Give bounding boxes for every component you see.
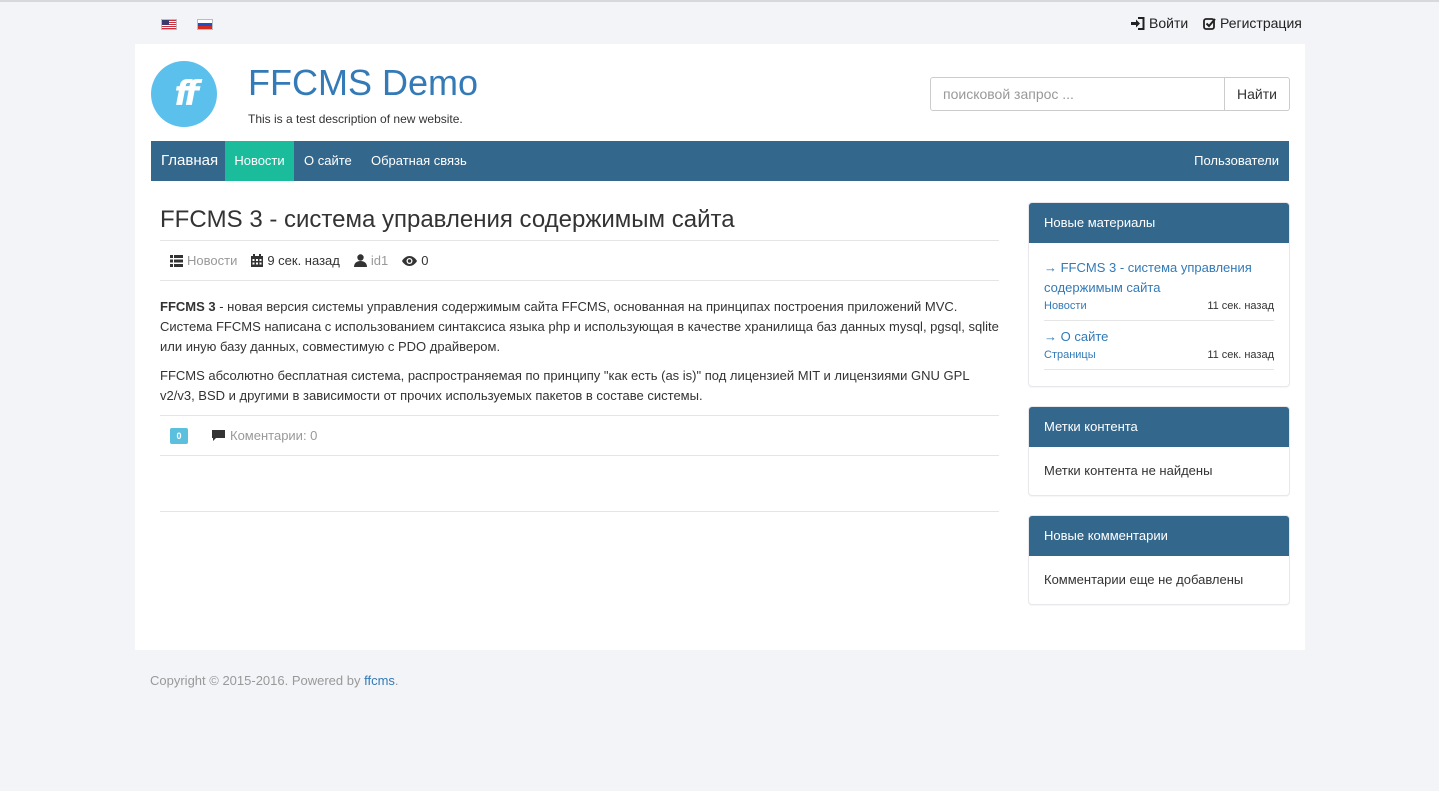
- widget-title: Метки контента: [1029, 407, 1289, 447]
- calendar-icon: [251, 254, 264, 267]
- sidebar: Новые материалы → FFCMS 3 - система упра…: [1028, 202, 1290, 624]
- search-input[interactable]: [930, 77, 1225, 111]
- list-item: → О сайте Страницы 11 сек. назад: [1044, 327, 1274, 370]
- article-date: 9 сек. назад: [267, 253, 340, 268]
- check-square-icon: [1203, 17, 1216, 30]
- site-description: This is a test description of new websit…: [248, 112, 463, 126]
- main-navbar: Главная Новости О сайте Обратная связь П…: [151, 141, 1289, 181]
- nav-users[interactable]: Пользователи: [1184, 141, 1289, 181]
- widget-title: Новые комментарии: [1029, 516, 1289, 556]
- footer-copyright: Copyright © 2015-2016. Powered by ffcms.: [150, 673, 399, 688]
- widget-new-materials: Новые материалы → FFCMS 3 - система упра…: [1028, 202, 1290, 387]
- article-paragraph-text: - новая версия системы управления содерж…: [160, 299, 999, 354]
- comment-icon: [212, 430, 225, 441]
- article-title: FFCMS 3 - система управления содержимым …: [160, 206, 735, 233]
- register-label: Регистрация: [1220, 15, 1302, 31]
- eye-icon: [402, 255, 418, 266]
- list-item: → FFCMS 3 - система управления содержимы…: [1044, 258, 1274, 321]
- article-author-link[interactable]: id1: [371, 253, 388, 268]
- flag-ru-icon[interactable]: [197, 19, 213, 30]
- copyright-text: Copyright © 2015-2016. Powered by: [150, 673, 365, 688]
- nav-about[interactable]: О сайте: [294, 141, 362, 181]
- nav-home[interactable]: Главная: [151, 141, 228, 181]
- login-icon: [1131, 16, 1145, 30]
- search-form: Найти: [930, 77, 1290, 111]
- article-body: FFCMS 3 - новая версия системы управлени…: [160, 281, 999, 406]
- nav-feedback[interactable]: Обратная связь: [361, 141, 477, 181]
- article-paragraph: FFCMS абсолютно бесплатная система, расп…: [160, 368, 970, 403]
- article-meta: Новости 9 сек. назад id1 0: [160, 240, 999, 281]
- top-bar: Войти Регистрация: [135, 2, 1305, 44]
- ffcms-link[interactable]: ffcms: [364, 673, 395, 688]
- material-category-link[interactable]: Новости: [1044, 300, 1087, 312]
- article-brand: FFCMS 3: [160, 299, 216, 314]
- material-category-link[interactable]: Страницы: [1044, 349, 1096, 361]
- material-time: 11 сек. назад: [1207, 349, 1274, 361]
- widget-tags: Метки контента Метки контента не найдены: [1028, 406, 1290, 496]
- search-button[interactable]: Найти: [1225, 77, 1290, 111]
- comments-empty-text: Комментарии еще не добавлены: [1044, 572, 1244, 587]
- divider: [160, 511, 999, 512]
- login-label: Войти: [1149, 15, 1189, 31]
- widget-body: → FFCMS 3 - система управления содержимы…: [1029, 243, 1289, 386]
- rating-badge[interactable]: 0: [170, 427, 188, 444]
- site-logo[interactable]: ff: [151, 61, 217, 127]
- widget-new-comments: Новые комментарии Комментарии еще не доб…: [1028, 515, 1290, 605]
- article-views: 0: [421, 253, 429, 268]
- material-link[interactable]: → О сайте: [1044, 329, 1108, 344]
- article-footer: 0 Коментарии: 0: [160, 415, 999, 456]
- register-link[interactable]: Регистрация: [1203, 15, 1302, 31]
- login-link[interactable]: Войти: [1131, 15, 1188, 31]
- copyright-suffix: .: [394, 673, 399, 688]
- material-time: 11 сек. назад: [1207, 300, 1274, 312]
- list-icon: [170, 254, 183, 267]
- article-category-link[interactable]: Новости: [187, 253, 237, 268]
- site-title[interactable]: FFCMS Demo: [248, 62, 478, 104]
- tags-empty-text: Метки контента не найдены: [1044, 463, 1213, 478]
- flag-us-icon[interactable]: [161, 19, 177, 30]
- comments-link[interactable]: Коментарии: 0: [212, 428, 317, 443]
- article-paragraph: FFCMS 3 - новая версия системы управлени…: [160, 297, 999, 357]
- main-panel: ff FFCMS Demo This is a test description…: [135, 44, 1305, 650]
- material-link[interactable]: → FFCMS 3 - система управления содержимы…: [1044, 260, 1252, 295]
- user-icon: [353, 254, 367, 267]
- widget-title: Новые материалы: [1029, 203, 1289, 243]
- article: FFCMS 3 - система управления содержимым …: [160, 204, 999, 512]
- nav-news[interactable]: Новости: [225, 141, 294, 181]
- comments-label: Коментарии: 0: [230, 428, 318, 443]
